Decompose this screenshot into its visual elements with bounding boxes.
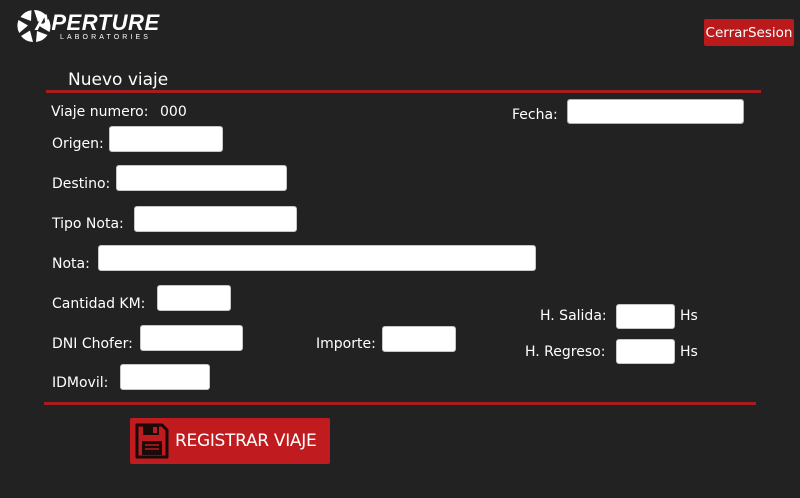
trip-number-value: 000 xyxy=(160,104,187,120)
note-type-input[interactable] xyxy=(134,206,297,232)
vehicle-id-label: IDMovil: xyxy=(52,375,109,391)
driver-dni-label: DNI Chofer: xyxy=(52,336,133,352)
amount-input[interactable] xyxy=(382,326,456,352)
brand-subtitle: LABORATORIES xyxy=(60,34,152,41)
date-label: Fecha: xyxy=(512,107,558,123)
departure-unit: Hs xyxy=(680,308,698,324)
km-label: Cantidad KM: xyxy=(52,296,146,312)
floppy-disk-icon xyxy=(135,423,169,459)
aperture-logo: APERTURE LABORATORIES xyxy=(16,8,166,44)
form-title: Nuevo viaje xyxy=(68,70,169,90)
brand-name: APERTURE xyxy=(35,10,160,35)
return-unit: Hs xyxy=(680,344,698,360)
register-trip-label: REGISTRAR VIAJE xyxy=(175,431,317,451)
driver-dni-input[interactable] xyxy=(140,325,243,351)
date-picker xyxy=(567,99,744,124)
vehicle-id-input[interactable] xyxy=(120,364,210,390)
trip-number-label: Viaje numero: xyxy=(51,104,149,120)
origin-input[interactable] xyxy=(109,126,223,152)
destination-label: Destino: xyxy=(52,176,111,192)
date-input[interactable] xyxy=(568,100,743,123)
return-label: H. Regreso: xyxy=(525,344,606,360)
logout-button[interactable]: CerrarSesion xyxy=(704,19,794,46)
departure-label: H. Salida: xyxy=(540,308,607,324)
origin-label: Origen: xyxy=(52,136,104,152)
km-input[interactable] xyxy=(157,285,231,311)
title-divider xyxy=(46,90,761,93)
return-time-input[interactable] xyxy=(616,339,675,364)
destination-input[interactable] xyxy=(116,165,287,191)
amount-label: Importe: xyxy=(316,336,376,352)
note-input[interactable] xyxy=(98,245,536,271)
note-label: Nota: xyxy=(52,256,90,272)
departure-time-input[interactable] xyxy=(616,304,675,329)
note-type-label: Tipo Nota: xyxy=(52,216,124,232)
form-bottom-divider xyxy=(44,402,756,405)
register-trip-button[interactable]: REGISTRAR VIAJE xyxy=(130,418,330,464)
